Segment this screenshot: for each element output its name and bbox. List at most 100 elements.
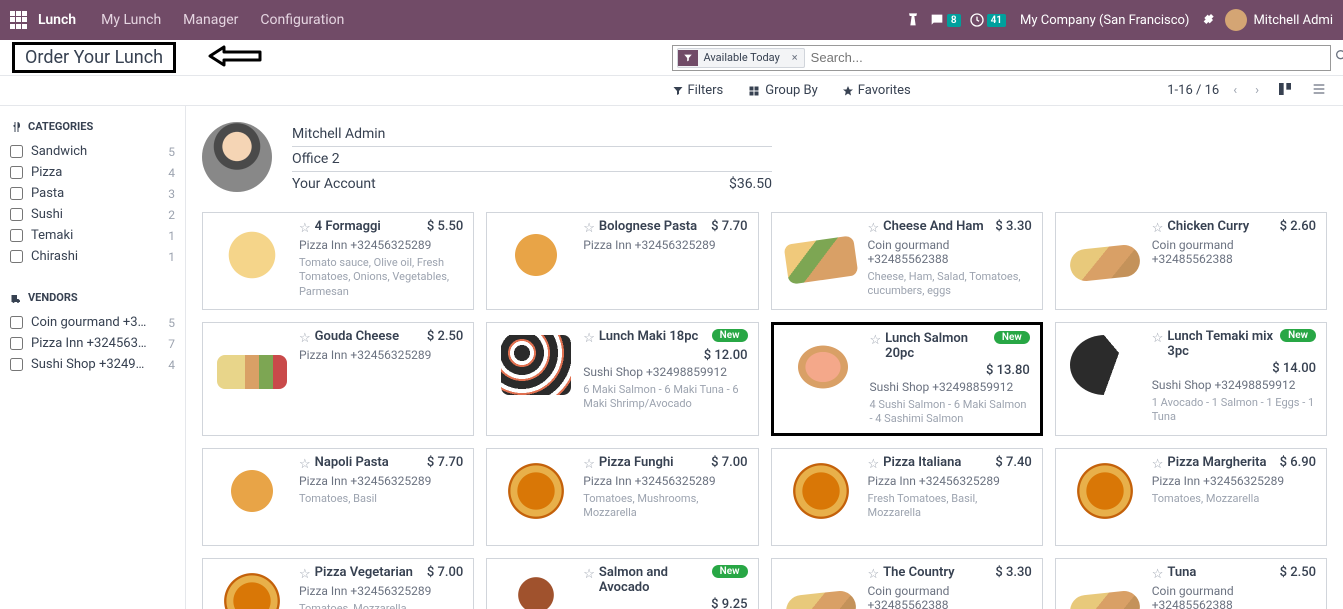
product-name: Pizza Funghi [599, 455, 674, 470]
filter-chip-remove[interactable]: × [786, 51, 804, 64]
category-label: Sushi [31, 207, 63, 222]
category-count: 1 [168, 250, 175, 264]
star-icon[interactable]: ☆ [868, 221, 880, 236]
star-icon[interactable]: ☆ [583, 567, 595, 582]
product-vendor: Pizza Inn +32456325289 [299, 348, 463, 362]
product-card[interactable]: ☆Chicken Curry$ 2.60 Coin gourmand +3248… [1055, 212, 1327, 310]
category-item[interactable]: Chirashi1 [10, 246, 175, 267]
star-icon[interactable]: ☆ [299, 331, 311, 346]
favorites-button[interactable]: Favorites [842, 83, 911, 98]
filter-chip-available-today[interactable]: Available Today × [677, 48, 805, 68]
product-thumb [784, 331, 862, 403]
category-item[interactable]: Sandwich5 [10, 141, 175, 162]
category-item[interactable]: Pizza4 [10, 162, 175, 183]
star-icon[interactable]: ☆ [299, 567, 311, 582]
product-card[interactable]: ☆Gouda Cheese$ 2.50 Pizza Inn +324563252… [202, 322, 474, 436]
product-card[interactable]: ☆Salmon and AvocadoNew$ 9.25 Sushi Shop … [486, 558, 758, 609]
category-checkbox[interactable] [10, 250, 23, 263]
avatar-icon [1225, 9, 1247, 31]
product-price: $ 14.00 [1152, 361, 1316, 376]
product-card[interactable]: ☆Pizza Italiana$ 7.40 Pizza Inn +3245632… [771, 448, 1043, 546]
apps-icon[interactable] [10, 11, 28, 29]
category-checkbox[interactable] [10, 229, 23, 242]
category-checkbox[interactable] [10, 187, 23, 200]
product-desc: Fresh Tomatoes, Basil, Mozzarella [868, 492, 1032, 521]
nav-manager[interactable]: Manager [183, 12, 238, 28]
vendor-checkbox[interactable] [10, 337, 23, 350]
star-icon[interactable]: ☆ [299, 457, 311, 472]
pager-prev[interactable]: ‹ [1229, 81, 1241, 100]
pager-next[interactable]: › [1251, 81, 1263, 100]
kanban-view-icon[interactable] [1273, 79, 1297, 103]
search-wrap[interactable]: Available Today × [672, 45, 1332, 71]
list-view-icon[interactable] [1307, 79, 1331, 103]
product-vendor: Pizza Inn +32456325289 [1152, 474, 1316, 488]
user-avatar [202, 122, 272, 192]
activity-icon[interactable]: 41 [969, 12, 1006, 28]
product-card[interactable]: ☆Pizza Funghi$ 7.00 Pizza Inn +324563252… [486, 448, 758, 546]
product-card[interactable]: ☆Pizza Margherita$ 6.90 Pizza Inn +32456… [1055, 448, 1327, 546]
vendors-group: VENDORS Coin gourmand +324...5Pizza Inn … [10, 291, 175, 375]
vendor-item[interactable]: Coin gourmand +324...5 [10, 312, 175, 333]
product-card[interactable]: ☆Napoli Pasta$ 7.70 Pizza Inn +324563252… [202, 448, 474, 546]
nav-configuration[interactable]: Configuration [260, 12, 344, 28]
vendor-item[interactable]: Sushi Shop +3249885...4 [10, 354, 175, 375]
category-checkbox[interactable] [10, 145, 23, 158]
product-card[interactable]: ☆The Country$ 3.30 Coin gourmand +324855… [771, 558, 1043, 609]
filters-button[interactable]: Filters [672, 83, 724, 98]
vendor-count: 5 [168, 316, 175, 330]
category-checkbox[interactable] [10, 208, 23, 221]
star-icon[interactable]: ☆ [868, 567, 880, 582]
user-menu[interactable]: Mitchell Admi [1225, 9, 1333, 31]
product-card[interactable]: ☆Cheese And Ham$ 3.30 Coin gourmand +324… [771, 212, 1043, 310]
star-icon[interactable]: ☆ [583, 221, 595, 236]
star-icon[interactable]: ☆ [1152, 457, 1164, 472]
new-badge: New [712, 565, 748, 578]
vendor-checkbox[interactable] [10, 358, 23, 371]
search-input[interactable] [805, 48, 1326, 67]
product-price: $ 13.80 [870, 363, 1030, 378]
product-card[interactable]: ☆4 Formaggi$ 5.50 Pizza Inn +32456325289… [202, 212, 474, 310]
star-icon[interactable]: ☆ [1152, 331, 1164, 346]
product-price: $ 3.30 [995, 219, 1031, 234]
debug-icon[interactable] [1199, 12, 1215, 28]
star-icon[interactable]: ☆ [583, 457, 595, 472]
product-name: Pizza Margherita [1167, 455, 1266, 470]
groupby-button[interactable]: Group By [747, 83, 818, 98]
product-card[interactable]: ☆Lunch Salmon 20pcNew$ 13.80 Sushi Shop … [771, 322, 1043, 436]
product-desc: 4 Sushi Salmon - 6 Maki Salmon - 4 Sashi… [870, 398, 1030, 427]
product-price: $ 3.30 [995, 565, 1031, 580]
product-name: Gouda Cheese [315, 329, 399, 344]
product-card[interactable]: ☆Tuna$ 2.50 Coin gourmand +32485562388 T… [1055, 558, 1327, 609]
category-count: 4 [168, 166, 175, 180]
product-card[interactable]: ☆Lunch Temaki mix 3pcNew$ 14.00 Sushi Sh… [1055, 322, 1327, 436]
category-label: Temaki [31, 228, 73, 243]
product-vendor: Pizza Inn +32456325289 [583, 238, 747, 252]
nav-my-lunch[interactable]: My Lunch [101, 12, 161, 28]
category-count: 5 [168, 145, 175, 159]
discuss-icon[interactable]: 8 [929, 12, 961, 28]
star-icon[interactable]: ☆ [870, 333, 882, 348]
product-thumb [497, 565, 575, 609]
new-badge: New [994, 331, 1030, 344]
account-balance: $36.50 [729, 176, 772, 192]
star-icon[interactable]: ☆ [299, 221, 311, 236]
star-icon[interactable]: ☆ [1152, 221, 1164, 236]
phone-icon[interactable] [905, 12, 921, 28]
star-icon[interactable]: ☆ [868, 457, 880, 472]
company-switcher[interactable]: My Company (San Francisco) [1020, 13, 1189, 28]
search-icon[interactable] [1334, 48, 1343, 68]
category-checkbox[interactable] [10, 166, 23, 179]
vendor-item[interactable]: Pizza Inn +324563252...7 [10, 333, 175, 354]
product-card[interactable]: ☆Lunch Maki 18pcNew$ 12.00 Sushi Shop +3… [486, 322, 758, 436]
product-card[interactable]: ☆Pizza Vegetarian$ 7.00 Pizza Inn +32456… [202, 558, 474, 609]
category-item[interactable]: Pasta3 [10, 183, 175, 204]
star-icon[interactable]: ☆ [1152, 567, 1164, 582]
category-item[interactable]: Sushi2 [10, 204, 175, 225]
product-card[interactable]: ☆Bolognese Pasta$ 7.70 Pizza Inn +324563… [486, 212, 758, 310]
product-price: $ 9.25 [583, 597, 747, 609]
star-icon[interactable]: ☆ [583, 331, 595, 346]
category-item[interactable]: Temaki1 [10, 225, 175, 246]
app-brand[interactable]: Lunch [38, 12, 76, 28]
vendor-checkbox[interactable] [10, 316, 23, 329]
